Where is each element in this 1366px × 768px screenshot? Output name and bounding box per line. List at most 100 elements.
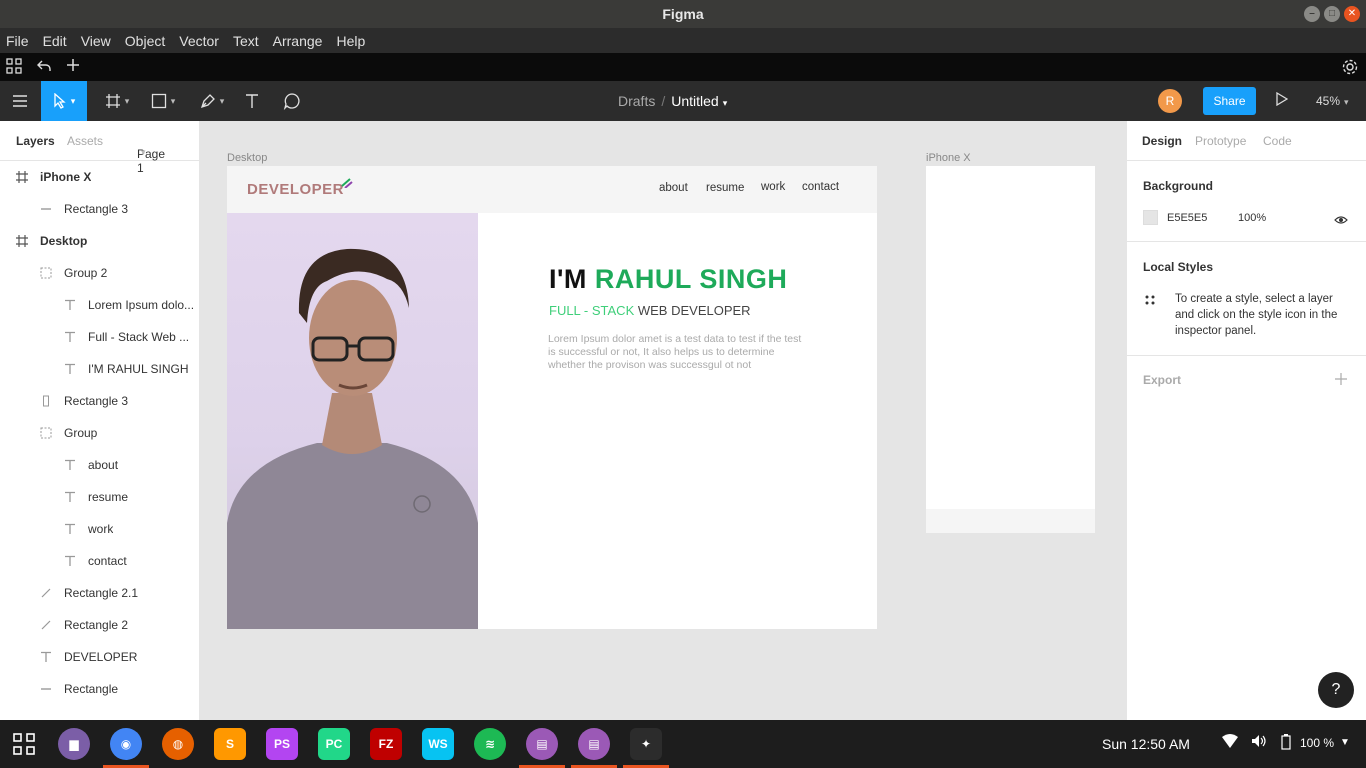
layer-label: Full - Stack Web ... <box>88 330 190 344</box>
group-icon <box>38 267 54 282</box>
avatar[interactable]: R <box>1158 89 1182 113</box>
minimize-button[interactable]: – <box>1304 6 1320 22</box>
background-opacity-input[interactable]: 100% <box>1238 212 1266 224</box>
tab-design[interactable]: Design <box>1142 134 1182 148</box>
phpstorm-app-icon[interactable]: PS <box>266 728 298 760</box>
iphone-frame[interactable] <box>926 166 1095 533</box>
chrome-app-icon[interactable]: ◉ <box>110 728 142 760</box>
add-export-icon[interactable] <box>1335 372 1347 390</box>
main-menu-icon[interactable] <box>0 81 40 121</box>
layer-label: contact <box>88 554 127 568</box>
help-button[interactable]: ? <box>1318 672 1354 708</box>
layer-row[interactable]: iPhone X <box>0 161 200 193</box>
pen-tool[interactable]: ▾ <box>192 81 232 121</box>
layer-row[interactable]: Lorem Ipsum dolo... <box>0 289 200 321</box>
divider <box>1127 355 1366 356</box>
settings-gear-icon[interactable] <box>1341 58 1359 81</box>
taskbar: ▆ ◉ ◍ S PS PC FZ WS ≋ ▤ ▤ ✦ Sun 12:50 AM 100 % ▼ <box>0 720 1366 768</box>
layer-row[interactable]: Rectangle 2.1 <box>0 577 200 609</box>
webstorm-app-icon[interactable]: WS <box>422 728 454 760</box>
layer-row[interactable]: contact <box>0 545 200 577</box>
move-tool[interactable]: ▾ <box>41 81 87 121</box>
menu-vector[interactable]: Vector <box>179 33 219 49</box>
menu-view[interactable]: View <box>81 33 111 49</box>
shape-tool[interactable]: ▾ <box>143 81 183 121</box>
desktop-frame[interactable]: DEVELOPER about resume work contact I'M … <box>227 166 877 629</box>
app-grid-icon[interactable] <box>12 732 36 761</box>
text-editor-app-icon[interactable]: ▤ <box>526 728 558 760</box>
layer-row[interactable]: Group 2 <box>0 257 200 289</box>
layer-row[interactable]: I'M RAHUL SINGH <box>0 353 200 385</box>
home-grid-icon[interactable] <box>6 58 22 79</box>
nav-about[interactable]: about <box>659 182 688 194</box>
nav-work[interactable]: work <box>761 181 785 193</box>
background-section-title: Background <box>1143 179 1214 193</box>
layer-label: I'M RAHUL SINGH <box>88 362 189 376</box>
frame-tool[interactable]: ▾ <box>97 81 137 121</box>
zoom-dropdown[interactable]: 45% ▾ <box>1316 94 1349 108</box>
nav-resume[interactable]: resume <box>706 182 744 194</box>
breadcrumb-project[interactable]: Drafts <box>618 93 655 109</box>
firefox-app-icon[interactable]: ◍ <box>162 728 194 760</box>
left-panel-tabs: Layers Assets Page 1 ▾ <box>0 121 199 175</box>
canvas[interactable]: Desktop iPhone X DEVELOPER about resume … <box>200 121 1126 720</box>
layer-row[interactable]: Rectangle 2 <box>0 609 200 641</box>
text-icon <box>62 491 78 506</box>
desktop-frame-label[interactable]: Desktop <box>227 152 267 164</box>
present-play-icon[interactable] <box>1276 91 1289 109</box>
text-tool[interactable] <box>238 81 266 121</box>
maximize-button[interactable]: □ <box>1324 6 1340 22</box>
new-tab-icon[interactable] <box>66 58 80 77</box>
layer-row[interactable]: Desktop <box>0 225 200 257</box>
menu-edit[interactable]: Edit <box>43 33 67 49</box>
volume-icon[interactable] <box>1251 734 1267 751</box>
iphone-frame-label[interactable]: iPhone X <box>926 152 971 164</box>
tab-assets[interactable]: Assets <box>67 134 103 148</box>
comment-tool[interactable] <box>278 81 306 121</box>
layer-row[interactable]: Rectangle 3 <box>0 193 200 225</box>
system-menu-chevron-icon[interactable]: ▼ <box>1340 737 1350 748</box>
tab-prototype[interactable]: Prototype <box>1195 134 1246 148</box>
wifi-icon[interactable] <box>1222 734 1238 751</box>
layer-row[interactable]: DEVELOPER <box>0 641 200 673</box>
layer-label: work <box>88 522 114 536</box>
back-icon[interactable] <box>36 58 52 79</box>
text-editor-2-app-icon[interactable]: ▤ <box>578 728 610 760</box>
local-styles-hint: To create a style, select a layer and cl… <box>1175 293 1338 337</box>
chevron-down-icon[interactable]: ▾ <box>723 98 728 108</box>
local-styles-title: Local Styles <box>1143 260 1214 274</box>
line-icon <box>38 203 54 218</box>
close-button[interactable]: ✕ <box>1344 6 1360 22</box>
layer-row[interactable]: resume <box>0 481 200 513</box>
group-icon <box>38 427 54 442</box>
menu-file[interactable]: File <box>6 33 29 49</box>
menu-text[interactable]: Text <box>233 33 259 49</box>
tab-code[interactable]: Code <box>1263 134 1292 148</box>
files-app-icon[interactable]: ▆ <box>58 728 90 760</box>
figma-app-icon[interactable]: ✦ <box>630 728 662 760</box>
eye-visibility-icon[interactable] <box>1334 212 1348 230</box>
layer-row[interactable]: Group <box>0 417 200 449</box>
layer-row[interactable]: work <box>0 513 200 545</box>
background-color-swatch[interactable] <box>1143 210 1158 225</box>
layer-row[interactable]: Rectangle <box>0 673 200 705</box>
nav-contact[interactable]: contact <box>802 181 839 193</box>
sublime-text-app-icon[interactable]: S <box>214 728 246 760</box>
menu-help[interactable]: Help <box>336 33 365 49</box>
background-hex-input[interactable]: E5E5E5 <box>1167 212 1207 224</box>
clock[interactable]: Sun 12:50 AM <box>1102 736 1190 752</box>
layer-row[interactable]: Rectangle 3 <box>0 385 200 417</box>
filezilla-app-icon[interactable]: FZ <box>370 728 402 760</box>
pycharm-app-icon[interactable]: PC <box>318 728 350 760</box>
menu-arrange[interactable]: Arrange <box>273 33 323 49</box>
layer-row[interactable]: Full - Stack Web ... <box>0 321 200 353</box>
tab-layers[interactable]: Layers <box>16 134 55 148</box>
spotify-app-icon[interactable]: ≋ <box>474 728 506 760</box>
share-button[interactable]: Share <box>1203 87 1256 115</box>
layer-row[interactable]: about <box>0 449 200 481</box>
iphone-bottom-rectangle[interactable] <box>926 509 1095 533</box>
file-name[interactable]: Untitled <box>671 93 718 109</box>
menu-object[interactable]: Object <box>125 33 165 49</box>
battery-icon[interactable] <box>1281 734 1291 753</box>
window-title: Figma <box>662 6 704 22</box>
